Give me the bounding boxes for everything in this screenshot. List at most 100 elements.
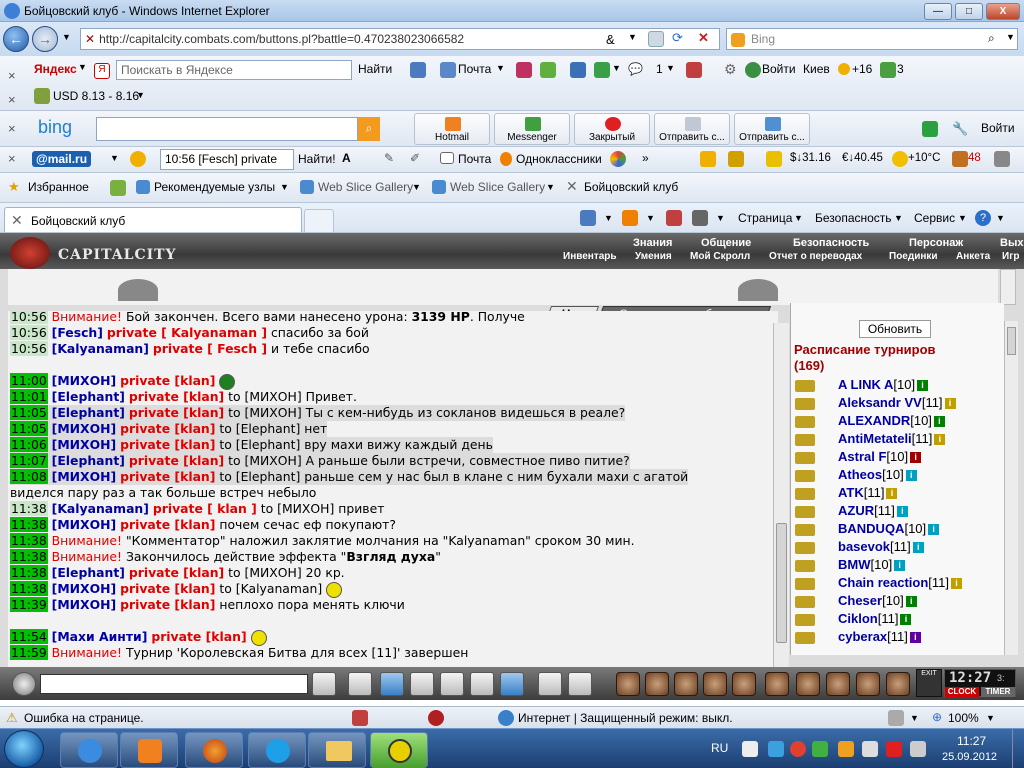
invite-arrow-icon[interactable] [795,397,815,410]
message-time[interactable]: 11:59 [10,645,48,660]
invite-arrow-icon[interactable] [795,631,815,644]
active-tab[interactable]: ✕ Бойцовский клуб [4,207,302,232]
yandex-city[interactable]: Киев [803,62,830,76]
tournament-entry[interactable]: AZUR[11] i [795,503,1004,521]
tray-icon-3[interactable] [790,741,806,757]
privacy-icon[interactable] [428,710,444,726]
player-info-icon[interactable]: i [896,506,908,518]
tournament-entry[interactable]: BANDUQA[10] i [795,521,1004,539]
feeds-dropdown-icon[interactable]: ▼ [646,213,655,223]
invite-arrow-icon[interactable] [795,379,815,392]
speaker-icon[interactable] [12,672,36,696]
tournament-entry[interactable]: AntiMetateli[11] i [795,431,1004,449]
private-label[interactable]: private [ Kalyanaman ] [107,325,267,340]
message-nick[interactable]: [МИХОН] [52,421,116,436]
player-name[interactable]: Atheos [838,467,882,482]
tournament-entry[interactable]: ALEXANDR[10] i [795,413,1004,431]
message-time[interactable]: 11:38 [10,517,48,532]
message-nick[interactable]: [МИХОН] [52,581,116,596]
currency-dropdown-icon[interactable]: ▼ [136,90,145,100]
mailru-find-button[interactable]: Найти! [298,152,336,166]
player-name[interactable]: Aleksandr VV [838,395,922,410]
message-nick[interactable]: [Elephant] [52,453,125,468]
show-desktop-button[interactable] [1012,729,1024,768]
home-dropdown-icon[interactable]: ▼ [604,213,613,223]
invite-arrow-icon[interactable] [795,523,815,536]
url-dropdown-icon[interactable]: ▼ [628,32,637,42]
history-dropdown-icon[interactable]: ▼ [62,32,71,42]
menu-exit[interactable]: Вых [1000,237,1023,249]
player-name[interactable]: cyberax [838,629,887,644]
page-menu-dropdown-icon[interactable]: ▼ [794,213,803,223]
player-info-icon[interactable]: i [894,560,906,572]
menu-communication[interactable]: Общение [701,237,751,249]
message-nick[interactable]: [Kalyanaman] [52,501,149,516]
message-time[interactable]: 11:38 [10,533,48,548]
close-bing-icon[interactable]: × [8,121,16,136]
yandex-search-input[interactable]: Поискать в Яндексе [116,60,352,80]
fav-dropdown-icon-3[interactable]: ▼ [546,182,555,192]
protected-dropdown-icon[interactable]: ▼ [910,713,919,723]
zoom-dropdown-icon[interactable]: ▼ [986,713,995,723]
player-info-icon[interactable]: i [944,398,956,410]
tournament-entry[interactable]: Atheos[10] i [795,467,1004,485]
invite-arrow-icon[interactable] [795,451,815,464]
fav-item-suggested[interactable]: Рекомендуемые узлы [154,180,275,194]
message-time[interactable]: 11:00 [10,373,48,388]
player-name[interactable]: BANDUQA [838,521,904,536]
fav-item-webslice-1[interactable]: Web Slice Gallery [318,180,413,194]
wrench-icon[interactable]: 🔧 [952,121,968,137]
submenu-fights[interactable]: Поединки [889,251,938,262]
clock-time[interactable]: 11:27 [957,734,986,748]
bing-search-icon[interactable]: ⌕ [358,117,380,141]
taskbar-firefox[interactable] [185,732,243,768]
tray-icon-1[interactable] [742,741,758,757]
tournament-scrollbar[interactable] [1004,321,1018,655]
message-time[interactable]: 11:38 [10,549,48,564]
print-dropdown-icon[interactable]: ▼ [716,213,725,223]
menu-safety[interactable]: Безопасность [793,237,869,249]
message-time[interactable]: 11:54 [10,629,48,644]
player-name[interactable]: A LINK A [838,377,893,392]
currency-rate[interactable]: USD 8.13 - 8.16 [53,89,139,103]
safety-menu-dropdown-icon[interactable]: ▼ [894,213,903,223]
action-button-4[interactable] [703,672,727,696]
taskbar-explorer[interactable] [308,732,366,768]
safety-menu[interactable]: Безопасность [815,211,892,225]
pen-icon[interactable]: ✎ [384,151,394,165]
scroll-lock-icon[interactable] [440,672,464,696]
font-size-icon[interactable]: A [342,151,351,165]
player-info-icon[interactable]: i [933,416,945,428]
brush-icon[interactable]: ✐ [410,151,420,165]
home-icon[interactable] [580,210,596,226]
invite-arrow-icon[interactable] [795,505,815,518]
taskbar-ie[interactable] [60,732,118,768]
games-icon[interactable] [610,151,626,167]
submenu-transfers[interactable]: Отчет о переводах [769,251,862,262]
player-info-icon[interactable]: i [934,434,946,446]
send-button-2[interactable]: Отправить с... [734,113,810,145]
start-button[interactable] [4,730,44,768]
help-dropdown-icon[interactable]: ▼ [996,213,1005,223]
at-icon[interactable] [700,151,716,167]
private-label[interactable]: private [klan] [120,597,215,612]
zoom-level[interactable]: 100% [948,711,979,725]
invite-arrow-icon[interactable] [795,541,815,554]
forward-button[interactable]: → [32,26,58,52]
invite-arrow-icon[interactable] [795,595,815,608]
yandex-tool2-icon[interactable] [540,62,556,78]
message-time[interactable]: 11:07 [10,453,48,468]
stop-icon[interactable]: ✕ [698,30,709,46]
mailru-settings-icon[interactable] [994,151,1010,167]
private-label[interactable]: private [klan] [129,389,224,404]
invite-arrow-icon[interactable] [795,433,815,446]
comment-icon[interactable]: 💬 [628,62,643,76]
message-time[interactable]: 10:56 [10,341,48,356]
refresh-icon[interactable]: ⟳ [672,30,683,46]
taskbar-skype[interactable] [248,732,306,768]
menu-character[interactable]: Персонаж [909,237,963,249]
yandex-tool-icon[interactable] [516,62,532,78]
message-nick[interactable]: [Махи Аинти] [52,629,148,644]
search-field[interactable]: Bing [726,28,1018,50]
submenu-skills[interactable]: Умения [635,251,672,262]
